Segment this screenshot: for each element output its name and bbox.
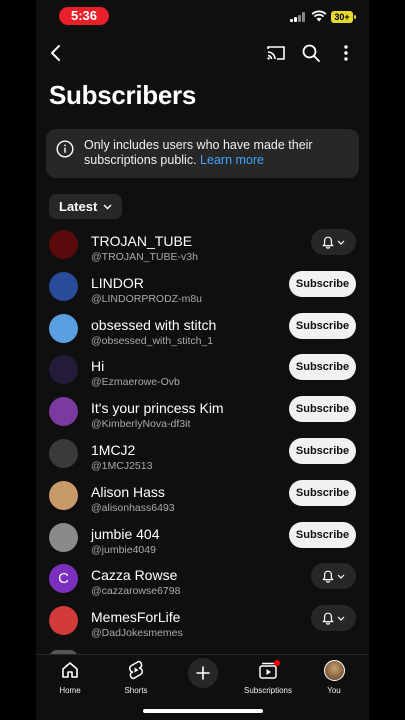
avatar[interactable]	[49, 313, 78, 343]
list-item[interactable]: C Cazza Rowse @cazzarowse6798	[36, 560, 369, 602]
subscriber-handle: @jumbie4049	[91, 543, 156, 556]
subscriber-handle: @TROJAN_TUBE-v3h	[91, 251, 198, 263]
home-icon	[40, 659, 100, 681]
learn-more-link[interactable]: Learn more	[200, 153, 264, 167]
subscriptions-icon	[238, 659, 298, 681]
top-bar	[36, 38, 369, 70]
subscriber-handle: @DadJokesmemes	[91, 627, 183, 640]
subscriber-name: jumbie 404	[91, 525, 160, 542]
avatar[interactable]	[49, 480, 78, 510]
info-text: Only includes users who have made their …	[84, 138, 354, 168]
nav-home-label: Home	[59, 686, 81, 695]
nav-you[interactable]: You	[304, 659, 364, 695]
avatar[interactable]	[49, 355, 78, 385]
subscriber-handle: @Ezmaerowe-Ovb	[91, 376, 180, 389]
subscriber-name: obsessed with stitch	[91, 316, 217, 333]
list-item[interactable]: Hi @Ezmaerowe-Ovb Subscribe	[36, 351, 369, 393]
notification-bell-button[interactable]	[311, 229, 356, 255]
shorts-icon	[106, 659, 166, 681]
avatar[interactable]	[49, 397, 78, 427]
nav-subscriptions-label: Subscriptions	[243, 686, 293, 695]
subscriber-name: It's your princess Kim	[91, 400, 224, 417]
plus-icon	[196, 666, 210, 680]
nav-subscriptions[interactable]: Subscriptions	[238, 659, 298, 695]
info-message: Only includes users who have made their …	[84, 138, 313, 167]
subscriber-name: Cazza Rowse	[91, 567, 178, 584]
notification-bell-button[interactable]	[311, 605, 356, 632]
list-item[interactable]: obsessed with stitch @obsessed_with_stitc…	[36, 310, 369, 352]
create-button[interactable]	[188, 658, 218, 688]
phone-screen: 5:36 30+ Subscribers Only includes users	[36, 0, 369, 720]
list-item[interactable]: It's your princess Kim @KimberlyNova-df3i…	[36, 393, 369, 435]
subscriber-handle: @obsessed_with_stitch_1	[91, 334, 214, 347]
subscriber-name: 1MCJ2	[91, 442, 136, 458]
nav-shorts-label: Shorts	[124, 686, 148, 695]
signal-icon	[290, 12, 306, 22]
more-vertical-icon[interactable]	[332, 39, 360, 67]
subscribe-button[interactable]: Subscribe	[289, 312, 356, 339]
avatar[interactable]	[49, 439, 78, 468]
bell-icon	[322, 236, 334, 249]
list-item[interactable]: LINDOR @LINDORPRODZ-m8u Subscribe	[36, 268, 369, 310]
notification-bell-button[interactable]	[311, 563, 356, 590]
nav-shorts[interactable]: Shorts	[106, 659, 166, 695]
bell-icon	[322, 612, 334, 625]
search-icon[interactable]	[297, 39, 325, 67]
list-item[interactable]: MemesForLife @DadJokesmemes	[36, 602, 369, 644]
back-arrow-icon[interactable]	[42, 39, 70, 67]
nav-home[interactable]: Home	[40, 659, 100, 695]
avatar	[323, 659, 345, 681]
bell-icon	[322, 570, 334, 583]
subscriber-name: Hi	[91, 358, 105, 375]
list-item[interactable]: jumbie 404 @jumbie4049 Subscribe	[36, 519, 369, 561]
avatar[interactable]: C	[49, 564, 78, 594]
info-icon	[56, 140, 74, 158]
info-banner: Only includes users who have made their …	[46, 129, 359, 178]
subscriber-name: Alison Hass	[91, 483, 165, 500]
sort-filter-chip[interactable]: Latest	[49, 194, 123, 219]
subscriber-handle: @alisonhass6493	[91, 501, 175, 514]
wifi-icon	[311, 10, 327, 22]
sort-filter-label: Latest	[59, 199, 98, 214]
avatar[interactable]	[49, 271, 78, 301]
subscribe-button[interactable]: Subscribe	[289, 354, 356, 381]
list-item[interactable]: Alison Hass @alisonhass6493 Subscribe	[36, 477, 369, 519]
avatar[interactable]	[49, 230, 78, 259]
subscriber-handle: @1MCJ2513	[91, 460, 153, 472]
subscriber-handle: @KimberlyNova-df3it	[91, 418, 191, 431]
subscribe-button[interactable]: Subscribe	[289, 270, 356, 297]
home-indicator	[143, 709, 263, 713]
list-item[interactable]: 1MCJ2 @1MCJ2513 Subscribe	[36, 435, 369, 477]
battery-indicator: 30+	[331, 11, 356, 23]
page-title: Subscribers	[49, 80, 196, 110]
avatar[interactable]	[49, 606, 78, 636]
subscriber-name: MemesForLife	[91, 609, 181, 626]
subscriber-name: LINDOR	[91, 274, 144, 291]
chevron-down-icon	[337, 616, 345, 621]
avatar[interactable]	[49, 522, 78, 552]
subscribe-button[interactable]: Subscribe	[289, 396, 356, 423]
subscribe-button[interactable]: Subscribe	[289, 479, 356, 506]
subscriber-handle: @LINDORPRODZ-m8u	[91, 292, 203, 305]
subscribe-button[interactable]: Subscribe	[289, 438, 356, 464]
subscribe-button[interactable]: Subscribe	[289, 521, 356, 548]
subscriber-name: TROJAN_TUBE	[91, 233, 193, 249]
chevron-down-icon	[337, 574, 345, 579]
subscriber-handle: @cazzarowse6798	[91, 585, 181, 598]
notification-dot	[274, 660, 280, 666]
status-time: 5:36	[59, 7, 109, 25]
chevron-down-icon	[103, 204, 112, 209]
chevron-down-icon	[337, 240, 345, 245]
list-item[interactable]: TROJAN_TUBE @TROJAN_TUBE-v3h	[36, 226, 369, 268]
cast-icon[interactable]	[262, 39, 290, 67]
nav-you-label: You	[327, 686, 341, 695]
status-bar: 5:36 30+	[36, 0, 369, 34]
